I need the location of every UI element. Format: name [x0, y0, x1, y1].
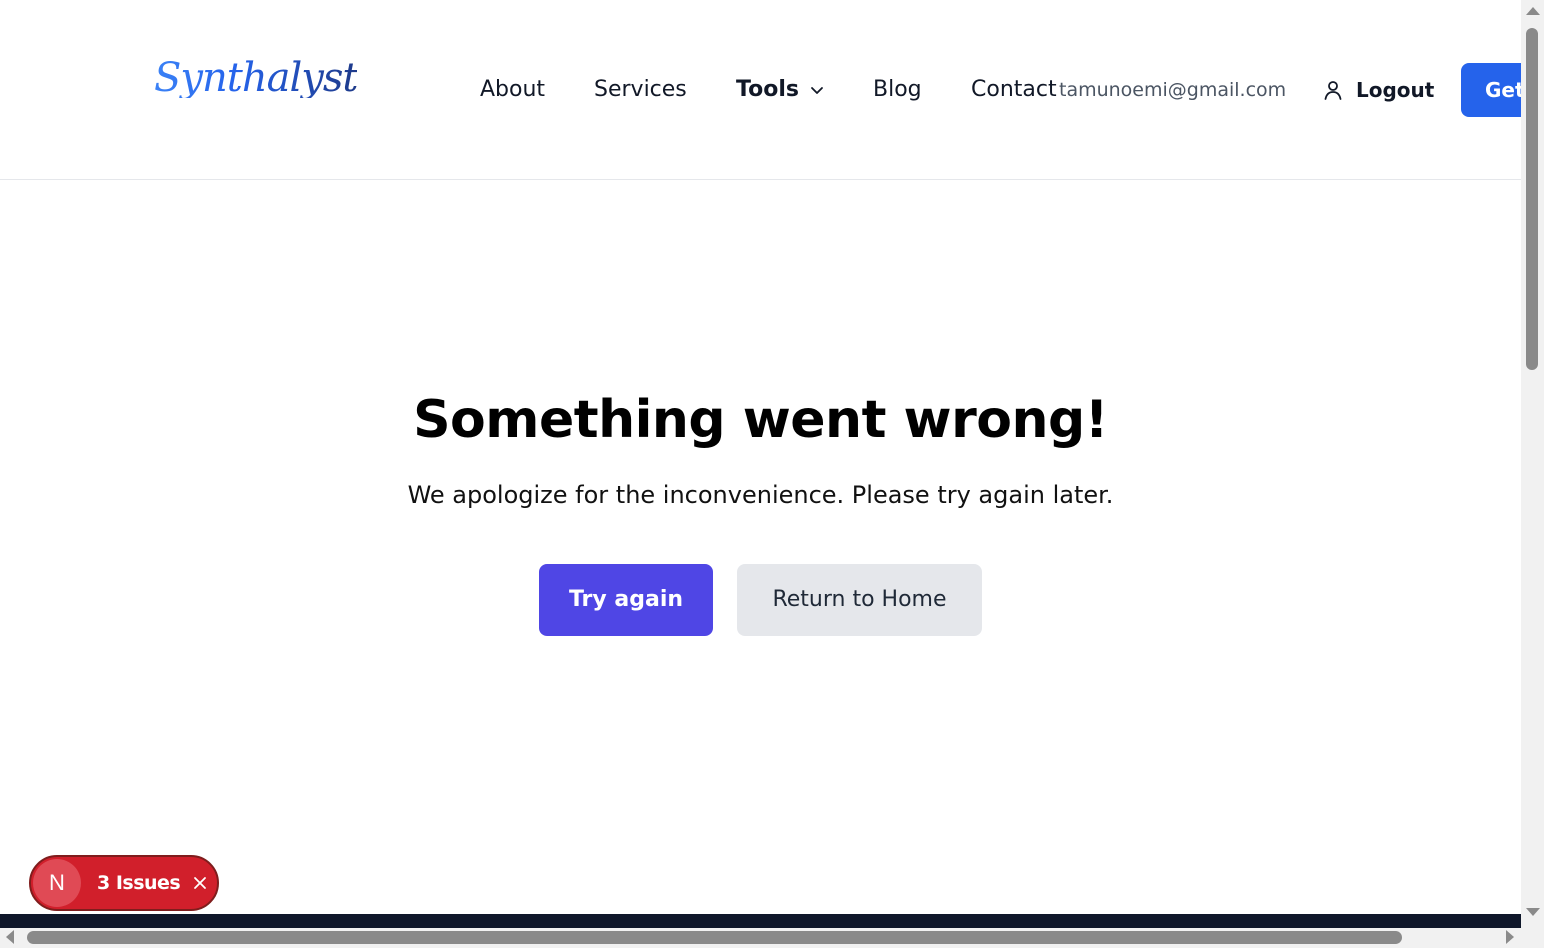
- scrollbar-corner: [1521, 928, 1544, 948]
- user-email: tamunoemi@gmail.com: [1059, 79, 1287, 101]
- nav-blog[interactable]: Blog: [873, 74, 922, 106]
- vertical-scrollbar[interactable]: [1521, 0, 1544, 928]
- error-title: Something went wrong!: [413, 390, 1108, 450]
- nav-tools-label: Tools: [736, 77, 799, 102]
- horizontal-scrollbar[interactable]: [0, 928, 1521, 948]
- page-viewport: Synthalyst About Services Tools Blog Con…: [0, 0, 1521, 928]
- get-started-button[interactable]: Get: [1461, 63, 1521, 117]
- close-icon[interactable]: [192, 875, 208, 891]
- issues-count-label[interactable]: 3 Issues: [97, 872, 181, 894]
- scroll-left-arrow-icon[interactable]: [6, 930, 14, 944]
- nav-about[interactable]: About: [480, 74, 545, 106]
- user-icon: [1324, 81, 1342, 100]
- logout-label: Logout: [1356, 78, 1435, 102]
- horizontal-scrollbar-thumb[interactable]: [27, 931, 1402, 944]
- error-message: We apologize for the inconvenience. Plea…: [407, 481, 1114, 509]
- nextjs-logo-icon: N: [33, 859, 81, 907]
- try-again-button[interactable]: Try again: [539, 564, 713, 636]
- nav-tools-dropdown[interactable]: Tools: [736, 74, 825, 106]
- site-logo[interactable]: Synthalyst: [154, 58, 358, 98]
- chevron-down-icon: [811, 87, 823, 94]
- issues-badge[interactable]: N 3 Issues: [29, 855, 219, 911]
- site-footer-edge: [0, 914, 1521, 928]
- nav-contact[interactable]: Contact: [971, 74, 1057, 106]
- return-home-button[interactable]: Return to Home: [737, 564, 982, 636]
- scroll-up-arrow-icon[interactable]: [1526, 7, 1540, 15]
- logout-button[interactable]: Logout: [1322, 74, 1434, 106]
- scroll-down-arrow-icon[interactable]: [1526, 908, 1540, 916]
- vertical-scrollbar-thumb[interactable]: [1526, 28, 1538, 370]
- scroll-right-arrow-icon[interactable]: [1506, 930, 1514, 944]
- site-header: Synthalyst About Services Tools Blog Con…: [0, 0, 1521, 180]
- nav-services[interactable]: Services: [594, 74, 687, 106]
